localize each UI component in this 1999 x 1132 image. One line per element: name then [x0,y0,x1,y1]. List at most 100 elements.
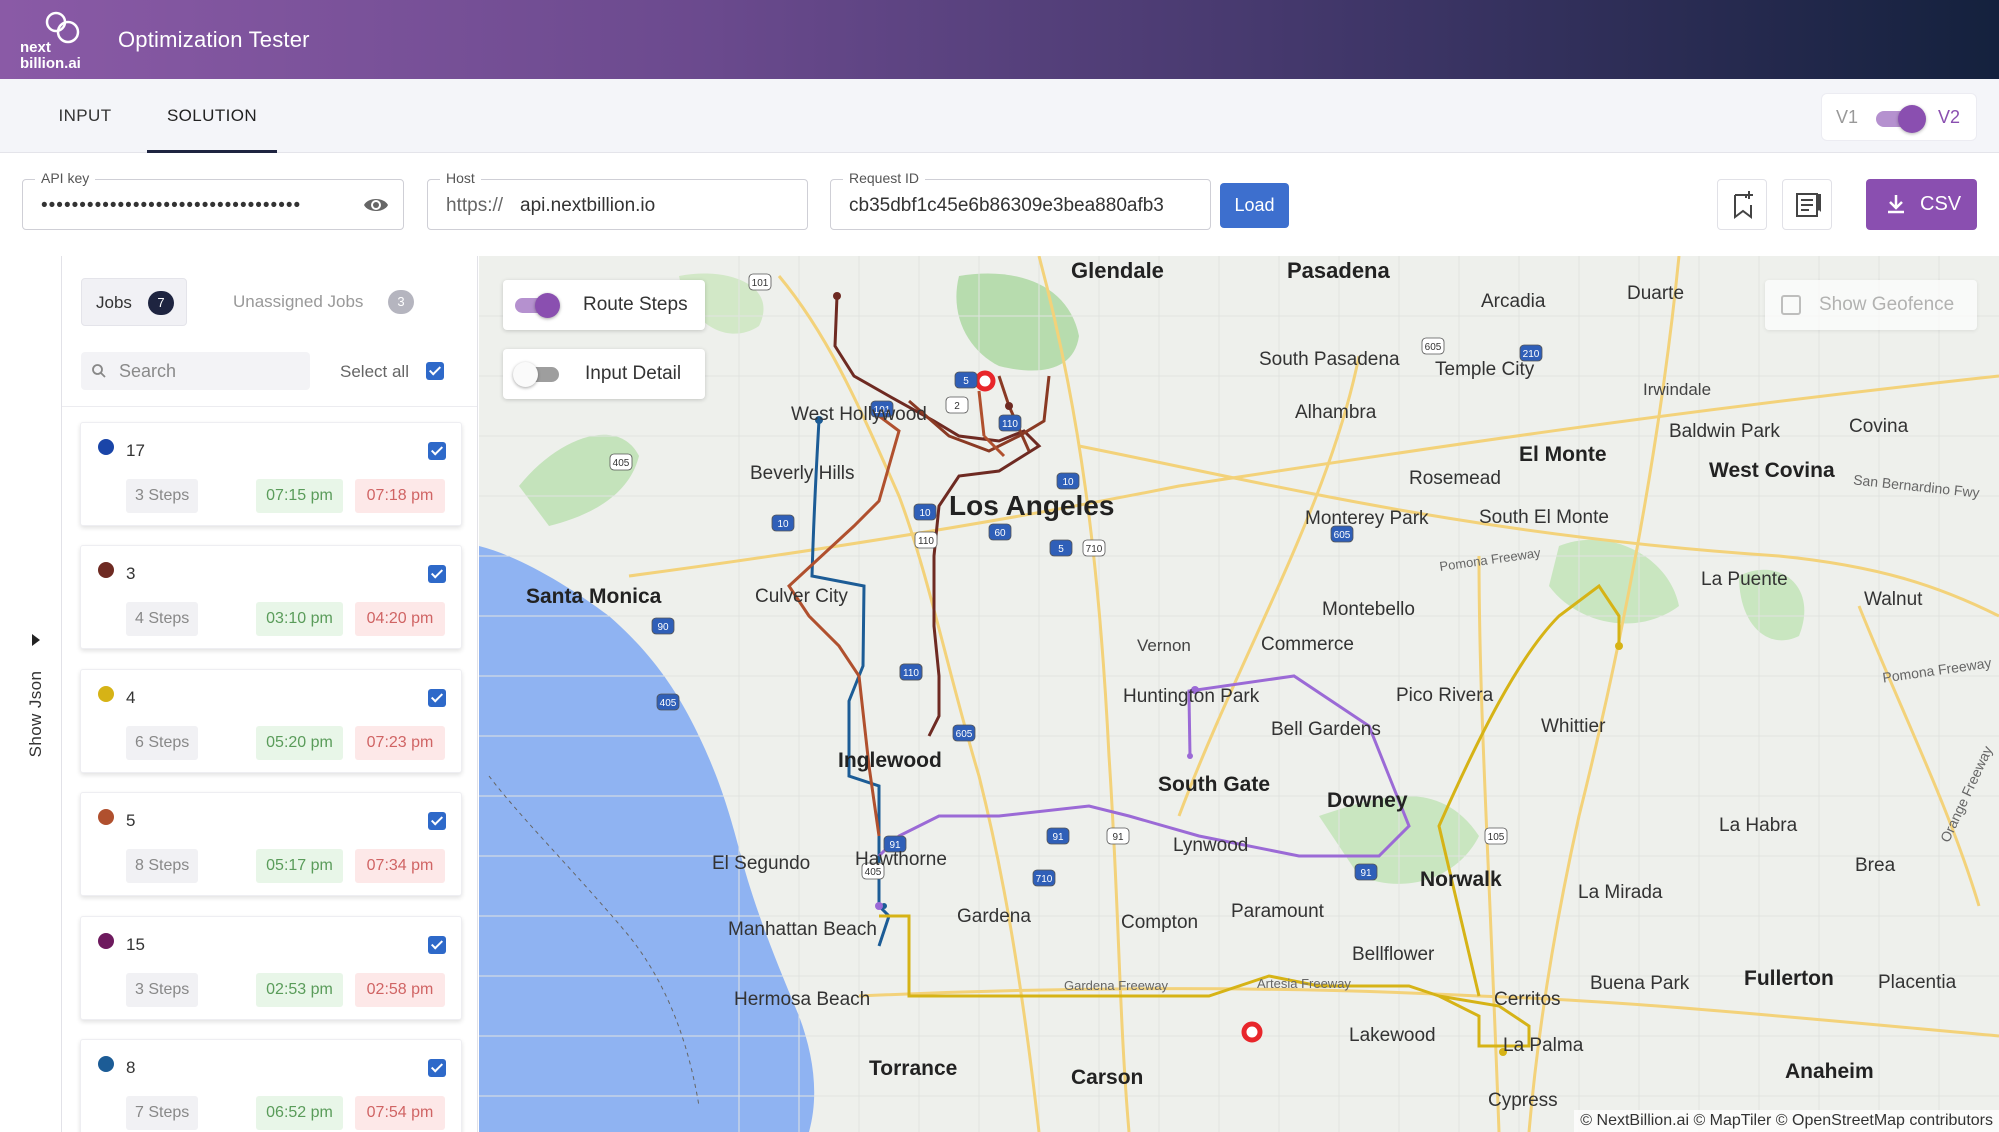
route-map[interactable]: 101 101 5 2 110 10 405 10 10 110 60 5 710 605 210 605 90… [479,256,1999,1132]
job-checkbox[interactable] [428,689,446,707]
job-search[interactable] [81,352,310,390]
api-key-value[interactable]: •••••••••••••••••••••••••••••••••• [41,195,351,217]
highway-shield-label: 110 [918,536,934,547]
download-icon [1888,195,1904,214]
place-label: La Palma [1503,1035,1584,1056]
show-json-toggle[interactable]: Show Json [18,620,54,770]
place-label: Culver City [755,586,848,607]
csv-download-button[interactable]: CSV [1866,179,1977,230]
job-card[interactable]: 17 3 Steps 07:15 pm 07:18 pm [80,422,462,526]
highway-shield: 2 [945,396,969,414]
highway-shield-label: 60 [994,528,1006,539]
place-label: Torrance [869,1057,958,1080]
job-card[interactable]: 5 8 Steps 05:17 pm 07:34 pm [80,792,462,896]
eye-icon[interactable] [363,194,389,216]
version-v2-label[interactable]: V2 [1938,107,1960,128]
freeway-label: Artesia Freeway [1257,976,1351,991]
job-end-time: 04:20 pm [355,602,445,636]
highway-shield-label: 10 [777,519,789,530]
version-switch[interactable]: V1 V2 [1821,93,1977,141]
show-geofence-toggle[interactable]: Show Geofence [1765,280,1977,330]
job-card[interactable]: 4 6 Steps 05:20 pm 07:23 pm [80,669,462,773]
job-steps: 3 Steps [126,973,199,1007]
place-label: Norwalk [1420,868,1502,891]
highway-shield-label: 405 [660,698,677,709]
place-label: La Puente [1701,569,1788,590]
place-label: Los Angeles [949,490,1115,521]
receipt-icon [1796,193,1821,217]
route-steps-knob[interactable] [535,293,560,318]
place-label: Cerritos [1494,989,1561,1010]
place-label: Arcadia [1481,291,1546,312]
api-key-field[interactable]: API key ••••••••••••••••••••••••••••••••… [22,170,404,230]
job-id: 17 [126,441,145,460]
job-card[interactable]: 8 7 Steps 06:52 pm 07:54 pm [80,1039,462,1132]
bookmark-add-icon [1734,191,1753,219]
bookmark-add-button[interactable] [1717,179,1767,230]
map-attribution[interactable]: © NextBillion.ai © MapTiler © OpenStreet… [1574,1110,1999,1132]
job-card[interactable]: 15 3 Steps 02:53 pm 02:58 pm [80,916,462,1020]
host-field[interactable]: Host https:// api.nextbillion.io [427,170,808,230]
job-end-time: 07:54 pm [355,1096,445,1130]
input-detail-knob[interactable] [513,362,538,387]
job-checkbox[interactable] [428,565,446,583]
request-id-label: Request ID [843,170,926,186]
jobs-count-badge: 7 [148,291,174,315]
place-label: Monterey Park [1305,508,1429,529]
highway-shield-label: 10 [919,508,931,519]
job-card[interactable]: 3 4 Steps 03:10 pm 04:20 pm [80,545,462,649]
load-button[interactable]: Load [1220,183,1289,228]
app-header: next billion.ai Optimization Tester [0,0,1999,79]
tab-unassigned-jobs[interactable]: Unassigned Jobs 3 [208,278,414,326]
input-detail-toggle[interactable]: Input Detail [503,349,705,399]
tab-unassigned-label: Unassigned Jobs [233,292,364,311]
place-label: El Monte [1519,443,1607,466]
job-id: 3 [126,564,136,583]
job-checkbox[interactable] [428,936,446,954]
route-color-dot [98,933,114,949]
expand-arrow-icon[interactable] [32,634,40,646]
job-id: 8 [126,1058,136,1077]
place-label: Glendale [1071,258,1164,283]
highway-shield: 405 [656,693,680,711]
version-v1-label[interactable]: V1 [1836,107,1858,128]
panel-divider [62,406,477,407]
version-toggle-knob[interactable] [1898,105,1926,133]
route-color-dot [98,562,114,578]
tab-solution[interactable]: SOLUTION [147,79,277,153]
job-checkbox[interactable] [428,812,446,830]
place-label: Commerce [1261,634,1354,655]
tab-jobs[interactable]: Jobs 7 [81,278,187,326]
request-id-value[interactable]: cb35dbf1c45e6b86309e3bea880afb3 [849,195,1194,217]
highway-shield-label: 91 [1052,832,1064,843]
select-all-checkbox[interactable] [426,362,444,380]
host-value[interactable]: api.nextbillion.io [520,195,655,217]
logo-line-1: next [20,39,51,56]
highway-shield: 91 [1046,827,1070,845]
job-end-time: 07:23 pm [355,726,445,760]
place-label: Whittier [1541,716,1606,737]
place-label: Brea [1855,855,1896,876]
receipt-button[interactable] [1782,179,1832,230]
tab-input[interactable]: INPUT [40,79,130,153]
request-id-field[interactable]: Request ID cb35dbf1c45e6b86309e3bea880af… [830,170,1211,230]
place-label: Montebello [1322,599,1415,620]
route-color-dot [98,439,114,455]
place-label: Compton [1121,912,1199,933]
highway-shield-label: 2 [954,401,960,412]
place-label: South El Monte [1479,507,1609,528]
highway-shield-label: 101 [752,278,769,289]
place-label: Baldwin Park [1669,421,1780,442]
place-label: Manhattan Beach [728,919,877,940]
job-checkbox[interactable] [428,442,446,460]
show-json-label[interactable]: Show Json [26,654,46,774]
highway-shield-label: 90 [657,622,669,633]
search-input[interactable] [119,358,299,384]
geofence-checkbox[interactable] [1781,295,1801,315]
route-steps-toggle[interactable]: Route Steps [503,280,705,330]
highway-shield-label: 10 [1062,477,1074,488]
job-end-time: 07:34 pm [355,849,445,883]
job-checkbox[interactable] [428,1059,446,1077]
highway-shield: 5 [1049,539,1073,557]
nextbillion-logo[interactable]: next billion.ai [20,10,88,72]
